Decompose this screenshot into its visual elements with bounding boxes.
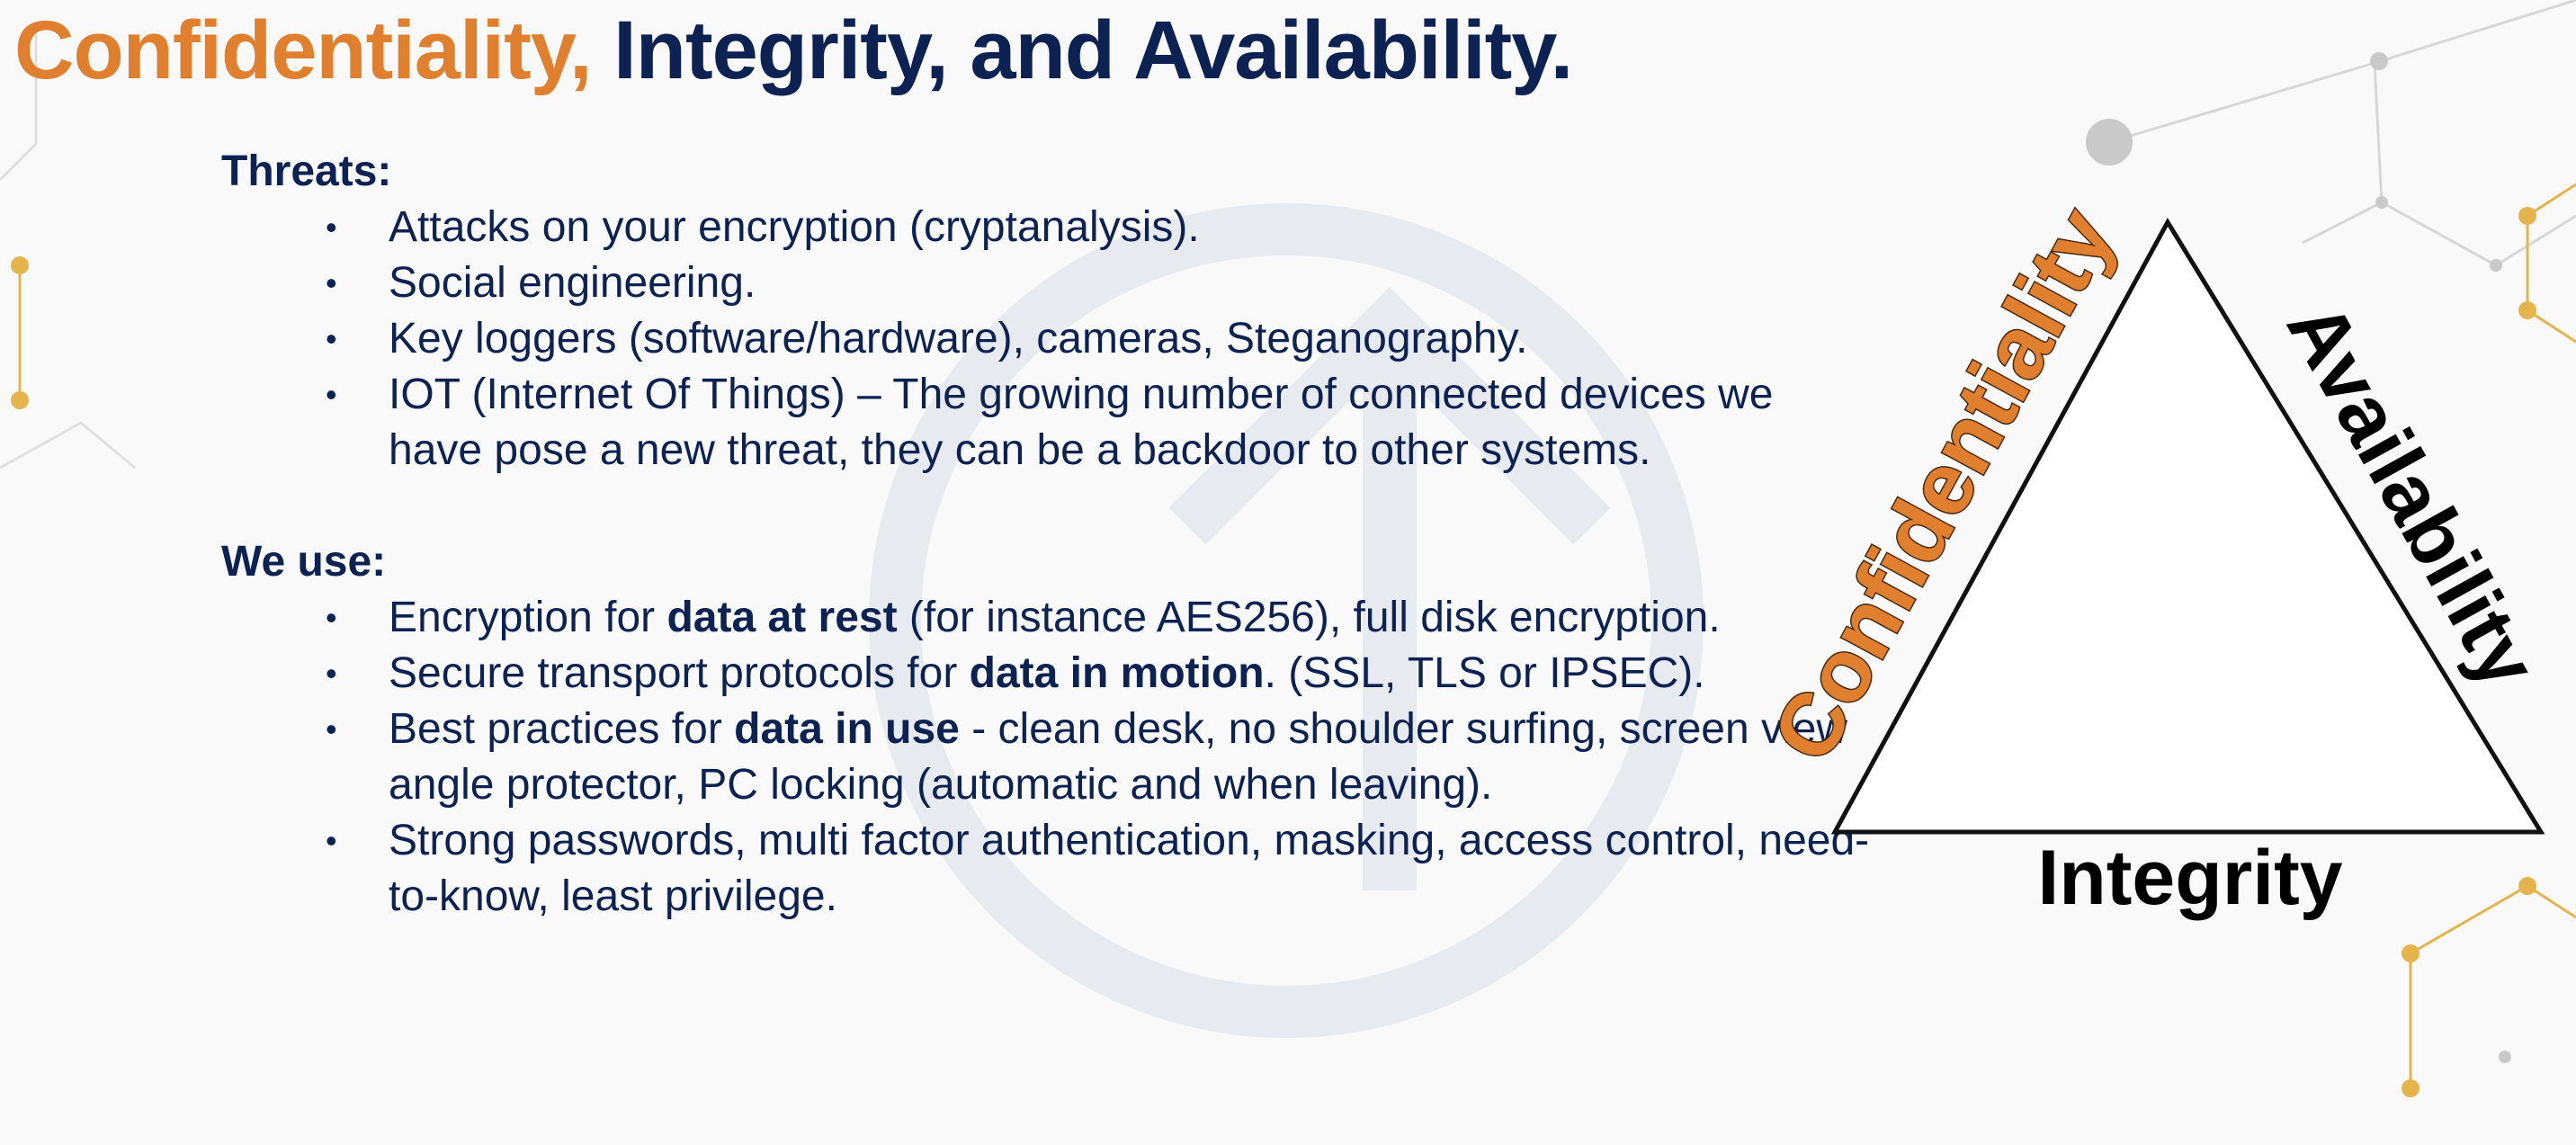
- page-title: Confidentiality, Integrity, and Availabi…: [14, 4, 1573, 98]
- list-item: • Best practices for data in use - clean …: [221, 702, 1900, 813]
- slide-body: Threats: • Attacks on your encryption (cr…: [221, 144, 1869, 925]
- bullet-icon: •: [326, 209, 337, 246]
- bullet-icon: •: [326, 822, 337, 859]
- left-gold-nodes: [11, 256, 29, 409]
- right-gold-nodes: [2409, 183, 2576, 1088]
- list-item: • IOT (Internet Of Things) – The growing …: [221, 367, 1864, 479]
- bullet-icon: •: [326, 655, 337, 692]
- list-item: • Secure transport protocols for data in …: [221, 646, 1972, 702]
- threat-text: Attacks on your encryption (cryptanalysi…: [389, 203, 1200, 251]
- we-use-heading: We use:: [221, 538, 387, 586]
- list-item: • Attacks on your encryption (cryptanalys…: [221, 200, 1804, 255]
- bullet-icon: •: [326, 320, 337, 357]
- item-text-post: . (SSL, TLS or IPSEC).: [1264, 649, 1705, 697]
- list-item: • Social engineering.: [221, 255, 1804, 311]
- item-text-pre: Encryption for: [389, 594, 667, 641]
- bullet-icon: •: [326, 376, 337, 413]
- threat-text: Key loggers (software/hardware), cameras…: [389, 315, 1528, 362]
- threats-list: • Attacks on your encryption (cryptanalys…: [221, 200, 1804, 479]
- item-text-pre: Secure transport protocols for: [389, 649, 970, 697]
- threats-heading: Threats:: [221, 148, 392, 195]
- list-item: • Encryption for data at rest (for instan…: [221, 590, 1846, 646]
- bullet-icon: •: [326, 711, 337, 747]
- bullet-icon: •: [326, 599, 337, 636]
- top-right-network: [2108, 0, 2576, 267]
- title-accent: Confidentiality,: [14, 4, 593, 96]
- bullet-icon: •: [326, 264, 337, 301]
- item-text-bold: data at rest: [666, 594, 898, 641]
- item-text-post: (for instance AES256), full disk encrypt…: [897, 594, 1721, 641]
- threat-text: Social engineering.: [389, 259, 756, 307]
- threat-text: IOT (Internet Of Things) – The growing n…: [389, 371, 1774, 474]
- item-text-bold: data in use: [734, 705, 960, 753]
- item-text-bold: data in motion: [969, 649, 1265, 697]
- list-item: • Key loggers (software/hardware), camera…: [221, 311, 1804, 367]
- item-text-pre: Strong passwords, multi factor authentic…: [389, 817, 1870, 920]
- list-item: • Strong passwords, multi factor authenti…: [221, 813, 1918, 925]
- item-text-pre: Best practices for: [389, 705, 735, 753]
- title-rest: Integrity, and Availability.: [591, 4, 1573, 96]
- we-use-list: • Encryption for data at rest (for instan…: [221, 590, 1869, 925]
